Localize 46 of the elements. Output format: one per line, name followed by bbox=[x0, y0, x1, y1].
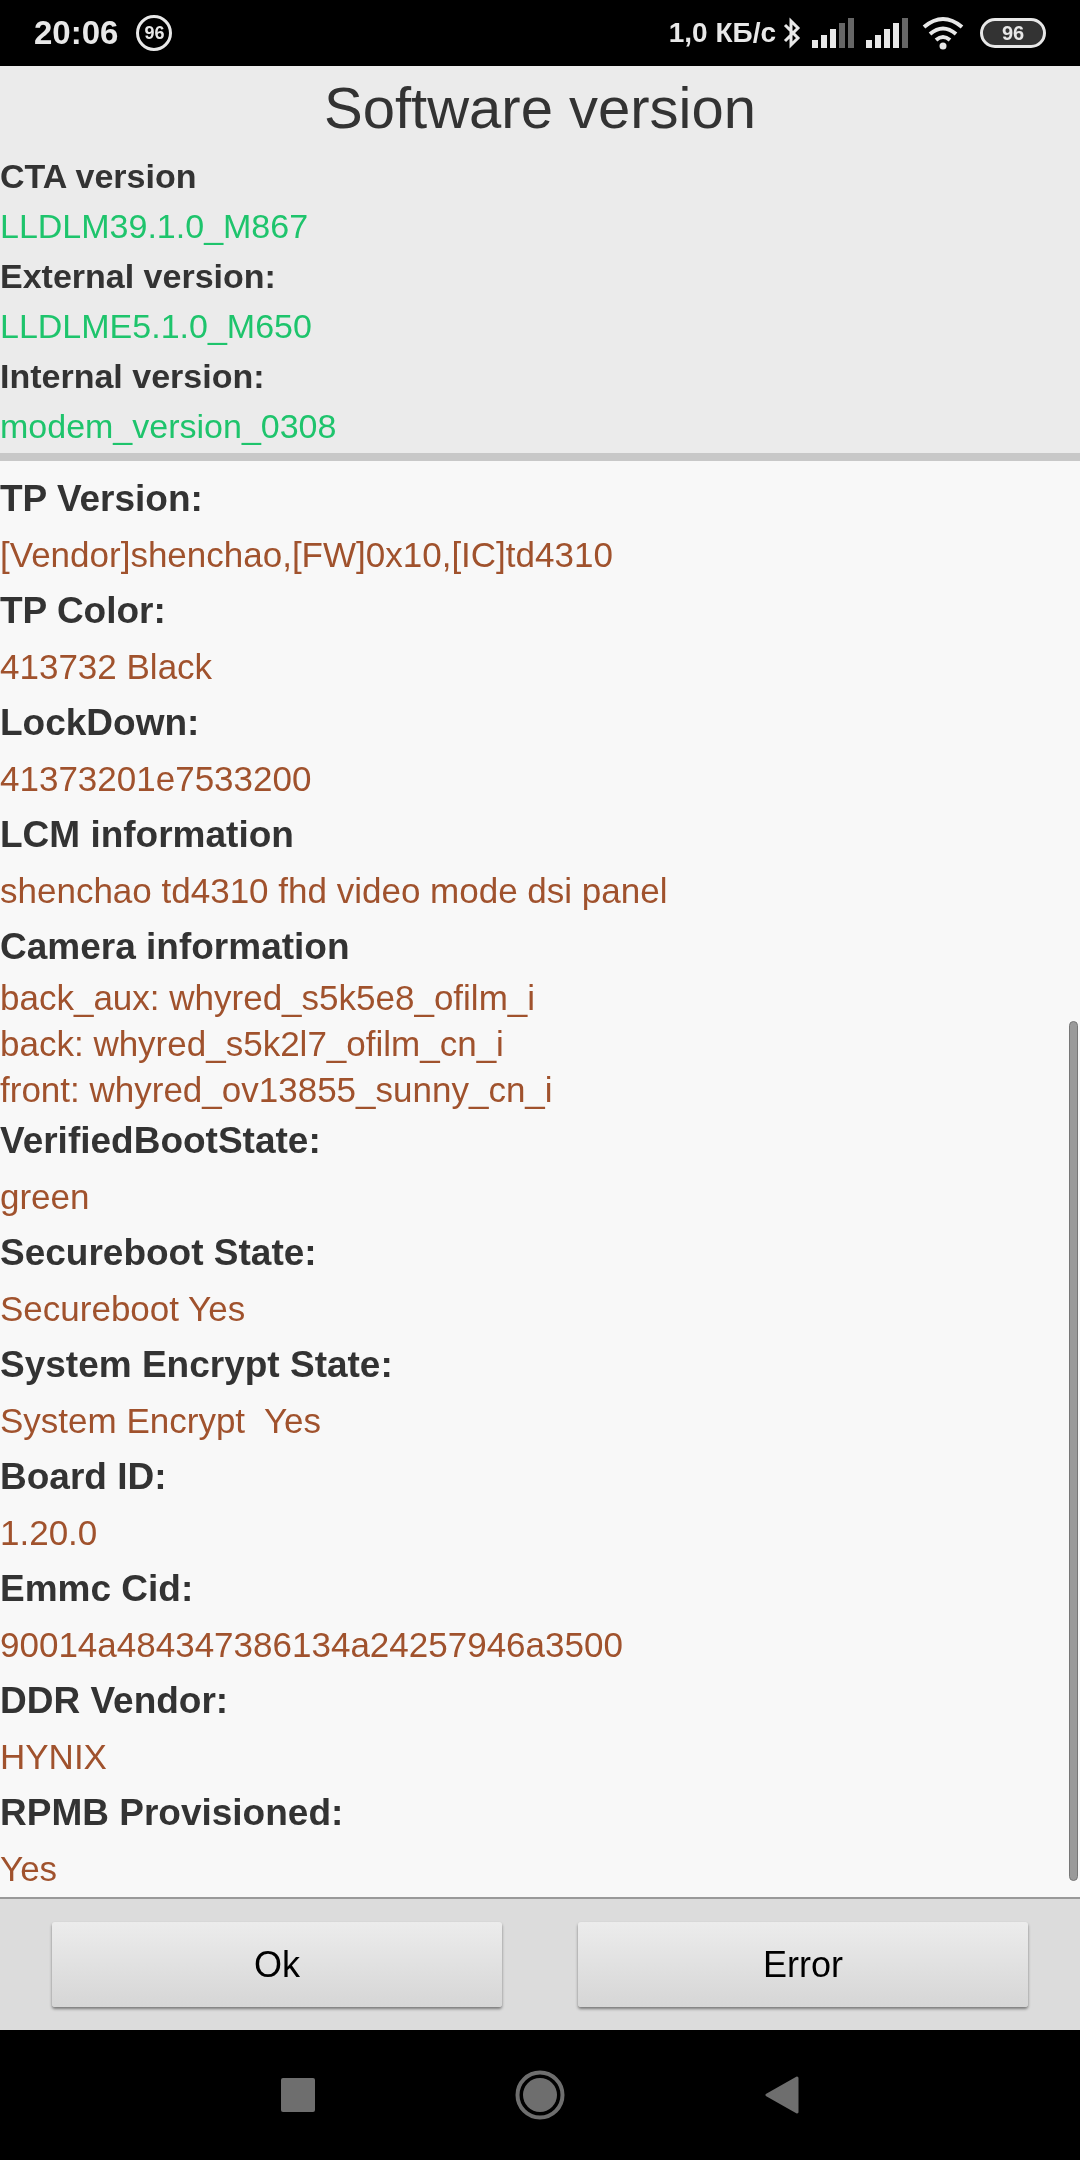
field-label: CTA version bbox=[0, 156, 198, 197]
field-value: HYNIX bbox=[0, 1736, 108, 1778]
field-label: Board ID: bbox=[0, 1455, 168, 1499]
field-value: modem_version_0308 bbox=[0, 406, 338, 447]
home-icon[interactable] bbox=[515, 2070, 565, 2120]
back-icon[interactable] bbox=[765, 2076, 799, 2114]
ok-button[interactable]: Ok bbox=[52, 1922, 502, 2007]
field-label: DDR Vendor: bbox=[0, 1679, 230, 1723]
signal-icon bbox=[812, 18, 854, 48]
battery-indicator: 96 bbox=[980, 18, 1046, 48]
field-value: 90014a484347386134a24257946a3500 bbox=[0, 1624, 624, 1666]
field-value: 1.20.0 bbox=[0, 1512, 99, 1554]
field-label: LockDown: bbox=[0, 701, 201, 745]
field-value: LLDLME5.1.0_M650 bbox=[0, 306, 313, 347]
bluetooth-icon bbox=[782, 16, 802, 50]
field-label: TP Color: bbox=[0, 589, 167, 633]
field-value: LLDLM39.1.0_M867 bbox=[0, 206, 310, 247]
field-value: 413732 Black bbox=[0, 646, 214, 688]
field-value: System Encrypt Yes bbox=[0, 1400, 322, 1442]
field-label: External version: bbox=[0, 256, 277, 297]
field-value: [Vendor]shenchao,[FW]0x10,[IC]td4310 bbox=[0, 534, 614, 576]
notification-badge: 96 bbox=[136, 15, 173, 51]
dialog-title: Software version bbox=[324, 79, 756, 137]
field-label: Emmc Cid: bbox=[0, 1567, 195, 1611]
field-label: VerifiedBootState: bbox=[0, 1119, 322, 1163]
field-value: green bbox=[0, 1176, 91, 1218]
field-value: shenchao td4310 fhd video mode dsi panel bbox=[0, 870, 669, 912]
field-label: System Encrypt State: bbox=[0, 1343, 394, 1387]
field-value: front: whyred_ov13855_sunny_cn_i bbox=[0, 1069, 554, 1111]
field-label: Camera information bbox=[0, 925, 351, 969]
error-button[interactable]: Error bbox=[578, 1922, 1028, 2007]
status-time: 20:06 bbox=[34, 13, 119, 54]
scrollbar-thumb[interactable] bbox=[1069, 1021, 1078, 1881]
field-value: back: whyred_s5k2l7_ofilm_cn_i bbox=[0, 1023, 505, 1065]
field-label: Secureboot State: bbox=[0, 1231, 318, 1275]
signal-icon bbox=[866, 18, 908, 48]
field-label: RPMB Provisioned: bbox=[0, 1791, 345, 1835]
field-label: LCM information bbox=[0, 813, 295, 857]
field-value: 41373201e7533200 bbox=[0, 758, 313, 800]
field-value: Secureboot Yes bbox=[0, 1288, 247, 1330]
field-label: Internal version: bbox=[0, 356, 266, 397]
wifi-icon bbox=[922, 16, 964, 50]
field-value: Yes bbox=[0, 1848, 59, 1890]
network-speed: 1,0 КБ/с bbox=[668, 16, 776, 50]
field-label: TP Version: bbox=[0, 477, 204, 521]
field-value: back_aux: whyred_s5k5e8_ofilm_i bbox=[0, 977, 537, 1019]
